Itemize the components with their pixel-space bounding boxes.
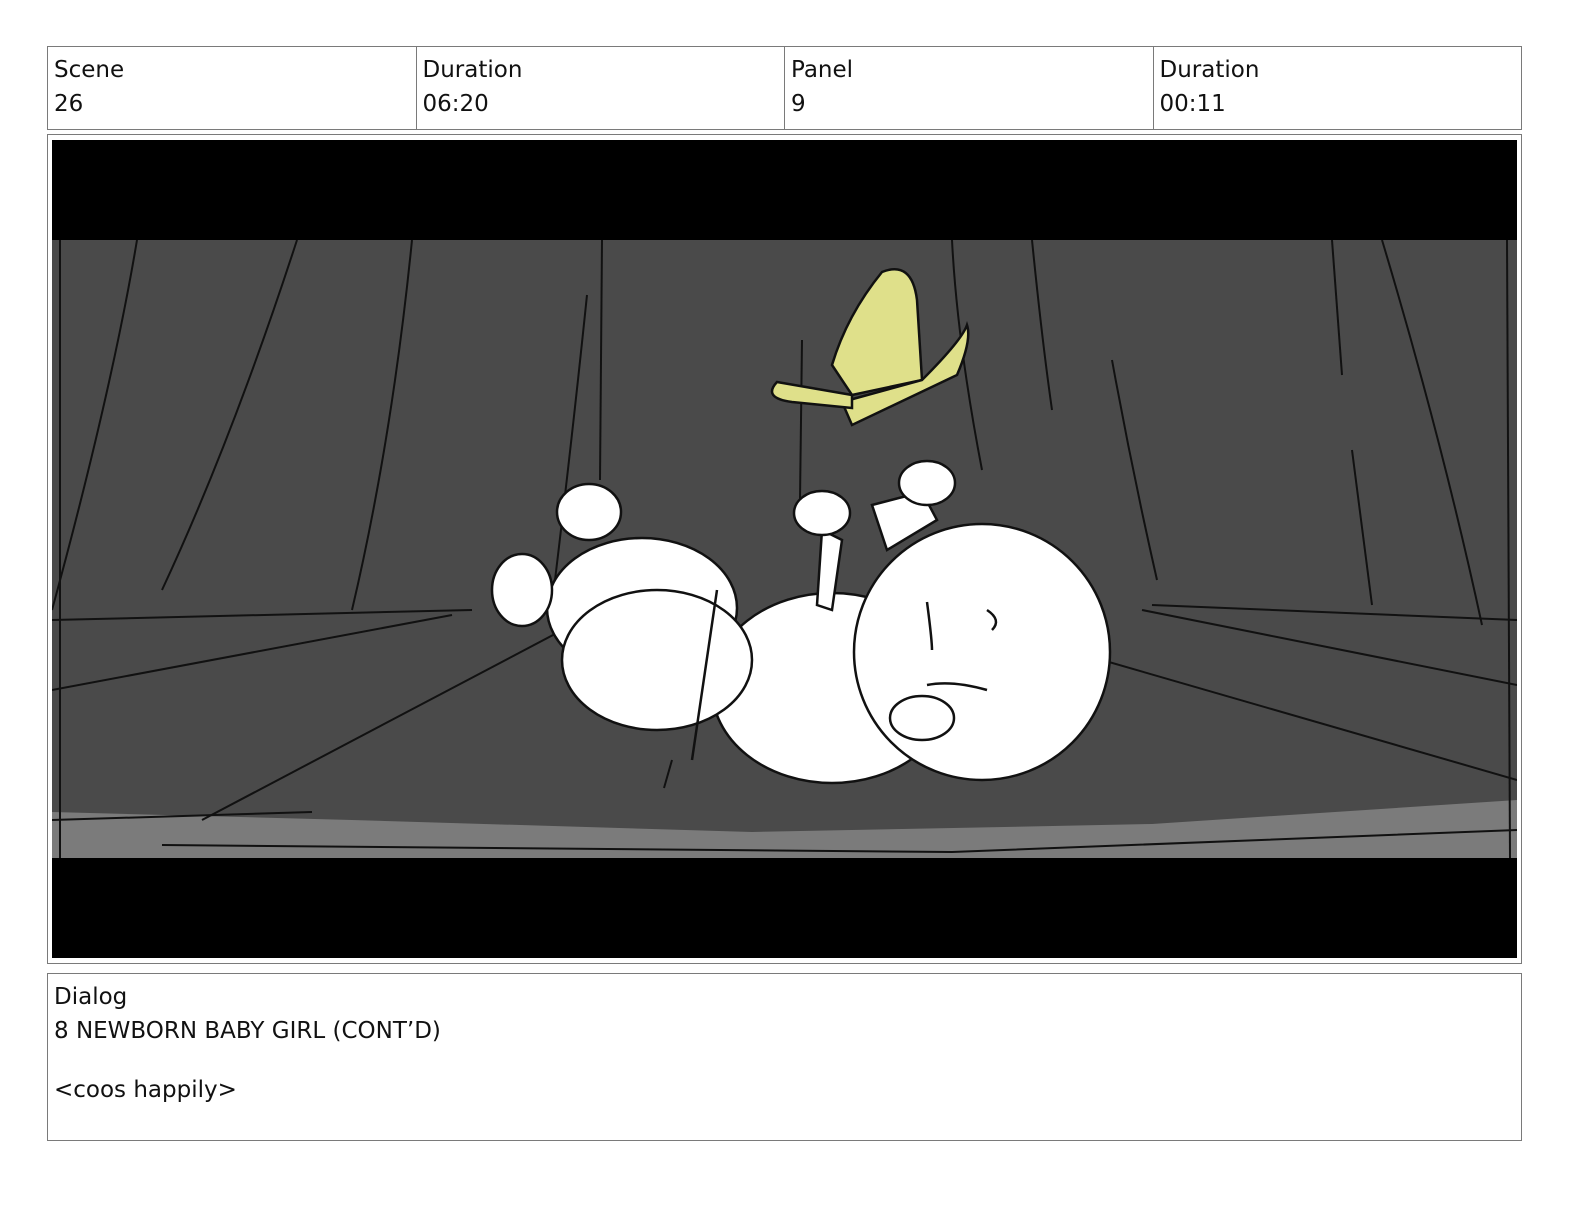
storyboard-drawing <box>52 140 1517 958</box>
baby-foot-right <box>555 482 623 542</box>
dialog-line: <coos happily> <box>54 1077 237 1103</box>
baby-cheek <box>888 694 956 742</box>
scene-duration-label: Duration <box>422 57 523 83</box>
dialog-spacer <box>54 1048 1515 1073</box>
baby-head <box>852 522 1112 782</box>
scene-label: Scene <box>54 57 125 83</box>
panel-duration-label: Duration <box>1159 57 1260 83</box>
scene-duration-cell: Duration 06:20 <box>417 47 785 129</box>
dialog-character: 8 NEWBORN BABY GIRL (CONT’D) <box>54 1018 441 1044</box>
baby-hand-left <box>792 489 852 537</box>
panel-cell: Panel 9 <box>785 47 1154 129</box>
scene-duration-value: 06:20 <box>422 91 489 117</box>
panel-value: 9 <box>791 91 806 117</box>
storyboard-header: Scene 26 Duration 06:20 Panel 9 Duration… <box>47 46 1522 130</box>
panel-duration-value: 00:11 <box>1159 91 1226 117</box>
letterbox-top <box>52 140 1517 240</box>
dialog-label: Dialog <box>54 984 128 1010</box>
letterbox-bottom <box>52 858 1517 958</box>
panel-label: Panel <box>791 57 854 83</box>
scene-value: 26 <box>54 91 84 117</box>
storyboard-frame <box>47 134 1522 964</box>
baby-foot-left <box>490 552 554 628</box>
baby-hand-right <box>897 459 957 507</box>
panel-duration-cell: Duration 00:11 <box>1154 47 1522 129</box>
scene-cell: Scene 26 <box>48 47 417 129</box>
baby-leg-left <box>560 588 754 732</box>
dialog-box: Dialog 8 NEWBORN BABY GIRL (CONT’D) <coo… <box>47 973 1522 1141</box>
